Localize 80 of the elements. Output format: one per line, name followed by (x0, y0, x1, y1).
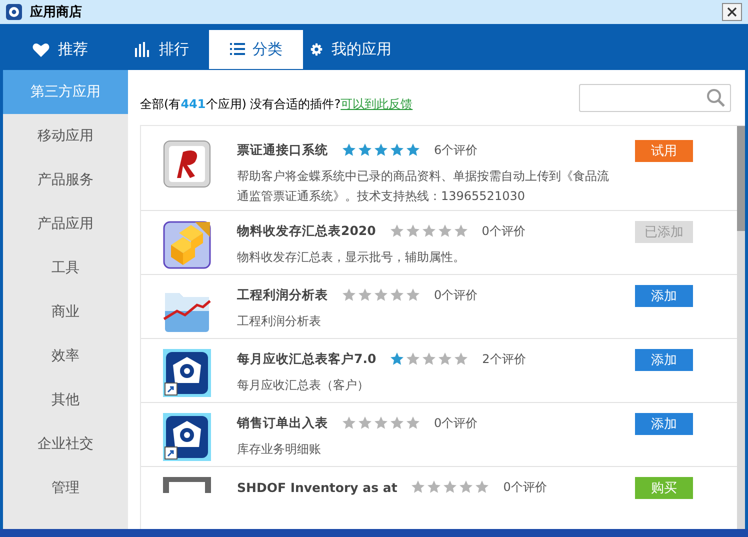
category-item[interactable]: 移动应用 (3, 114, 128, 158)
review-count: 0个评价 (434, 414, 478, 432)
review-count: 2个评价 (482, 350, 526, 368)
list-icon (230, 43, 244, 56)
summary-text: 全部(有441个应用) 没有合适的插件?可以到此反馈 (140, 96, 413, 113)
app-description: 物料收发存汇总表，显示批号，辅助属性。 (237, 249, 466, 266)
app-name: SHDOF Inventory as at (237, 480, 398, 494)
review-count: 6个评价 (434, 142, 478, 158)
nav-tab[interactable]: 排行 (115, 30, 209, 69)
category-item[interactable]: 工具 (3, 246, 128, 290)
heart-icon (32, 42, 50, 58)
app-name: 票证通接口系统 (237, 142, 328, 158)
star-icon (406, 143, 420, 157)
star-icon (454, 224, 468, 238)
star-icon (422, 352, 436, 366)
app-action-button[interactable]: 添加 (635, 349, 693, 371)
category-item[interactable]: 管理 (3, 466, 128, 510)
app-name: 工程利润分析表 (237, 286, 328, 304)
review-count: 0个评价 (434, 286, 478, 304)
app-name: 销售订单出入表 (237, 414, 328, 432)
star-icon (390, 143, 404, 157)
close-button[interactable] (722, 3, 742, 21)
star-icon (374, 288, 388, 302)
star-icon (374, 416, 388, 430)
app-description: 工程利润分析表 (237, 313, 322, 330)
star-icon (342, 416, 356, 430)
review-count: 0个评价 (482, 222, 526, 240)
star-icon (406, 416, 420, 430)
star-icon (459, 480, 474, 494)
star-icon (390, 416, 404, 430)
star-icon (475, 480, 490, 494)
app-description: 帮助客户将金蝶系统中已录的商品资料、单据按需自动上传到《食品流通监管票证通系统》。技术支持热线：13965521030 (237, 168, 610, 205)
nav-tab[interactable]: 分类 (209, 30, 303, 69)
star-icon (342, 143, 356, 157)
star-icon (374, 143, 388, 157)
star-icon (422, 224, 436, 238)
app-description: 每月应收汇总表（客户） (237, 377, 370, 394)
gear-shortcut-icon (163, 413, 211, 461)
star-icon (438, 352, 452, 366)
r-logo-icon (163, 140, 211, 188)
search-field[interactable] (579, 84, 731, 112)
star-icon (411, 480, 426, 494)
category-item[interactable]: 产品应用 (3, 202, 128, 246)
window-title: 应用商店 (30, 4, 82, 21)
boxes-icon (163, 221, 211, 269)
star-icon (342, 288, 356, 302)
star-icon (406, 288, 420, 302)
star-icon (427, 480, 442, 494)
star-icon (406, 352, 420, 366)
star-icon (454, 352, 468, 366)
star-icon (358, 416, 372, 430)
search-icon (706, 88, 726, 108)
feedback-link[interactable]: 可以到此反馈 (340, 97, 413, 111)
star-icon (390, 288, 404, 302)
close-icon (727, 7, 737, 17)
bar-chart-icon (135, 42, 151, 57)
category-item[interactable]: 产品服务 (3, 158, 128, 202)
scrollbar[interactable] (737, 126, 745, 529)
nav-tab[interactable]: 推荐 (5, 30, 115, 69)
app-name: 物料收发存汇总表2020 (237, 222, 376, 240)
settings-icon (308, 42, 324, 57)
category-item[interactable]: 其他 (3, 378, 128, 422)
star-icon (358, 143, 372, 157)
category-item[interactable]: 企业社交 (3, 422, 128, 466)
review-count: 0个评价 (503, 478, 547, 496)
scrollbar-thumb[interactable] (737, 126, 745, 231)
star-icon (390, 352, 404, 366)
category-item[interactable]: 效率 (3, 334, 128, 378)
star-icon (358, 288, 372, 302)
app-action-button[interactable]: 添加 (635, 285, 693, 307)
app-action-button[interactable]: 添加 (635, 413, 693, 435)
star-icon (438, 224, 452, 238)
star-icon (443, 480, 458, 494)
category-item[interactable]: 商业 (3, 290, 128, 334)
nav-tab[interactable]: 我的应用 (303, 30, 397, 69)
gear-shortcut-icon (163, 349, 211, 397)
app-name: 每月应收汇总表客户7.0 (237, 350, 376, 368)
app-description: 库存业务明细账 (237, 441, 322, 458)
star-icon (390, 224, 404, 238)
star-icon (406, 224, 420, 238)
